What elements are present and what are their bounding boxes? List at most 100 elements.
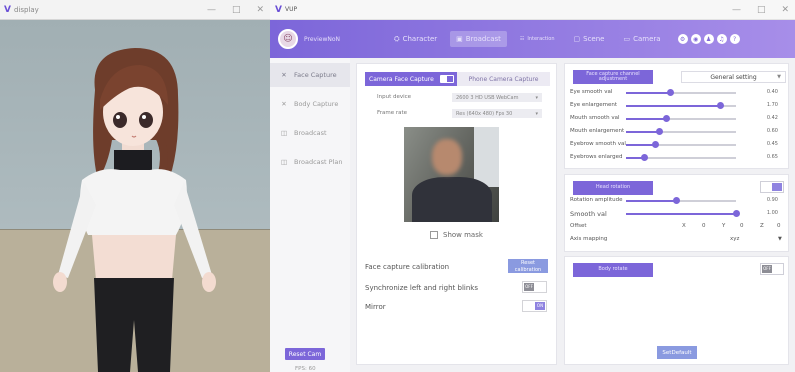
slider-label: Eye smooth val [570, 89, 613, 95]
offset-z-label: Z [760, 223, 764, 229]
side-menu: ✕ Face Capture ✕ Body Capture ◫ Broadcast ◫… [270, 58, 350, 372]
sidebar-item-broadcast-plan[interactable]: ◫ Broadcast Plan [270, 150, 350, 174]
slider-fill [626, 213, 736, 215]
reset-calibration-button[interactable]: Reset calibration [508, 259, 548, 273]
slider-row: Mouth smooth val 0.42 [570, 114, 785, 124]
slider-handle[interactable] [640, 154, 648, 161]
body-rotate-toggle[interactable]: OFF [760, 263, 784, 275]
fps-readout: FPS: 60 [295, 366, 316, 372]
show-mask-checkbox[interactable]: Show mask [430, 231, 483, 239]
user-icon[interactable]: ♟ [703, 34, 714, 44]
tab-broadcast[interactable]: ▣ Broadcast [450, 31, 507, 47]
tab-label: Scene [583, 35, 605, 43]
slider-label: Eyebrow smooth val [570, 141, 626, 147]
slider-row: Mouth enlargement 0.60 [570, 127, 785, 137]
broadcast-plan-icon: ◫ [280, 158, 288, 166]
record-icon[interactable]: ◉ [690, 34, 701, 44]
slider-handle[interactable] [672, 197, 680, 204]
sidebar-item-body-capture[interactable]: ✕ Body Capture [270, 92, 350, 116]
camera-icon: ▭ [623, 35, 631, 43]
head-rotation-toggle[interactable] [760, 181, 784, 193]
display-window-controls: — □ ✕ [207, 0, 264, 20]
avatar[interactable]: ☺ [278, 29, 298, 49]
sidebar-item-label: Broadcast Plan [294, 158, 343, 166]
slider-fill [626, 131, 659, 133]
main-window-controls: — □ ✕ [732, 0, 789, 20]
user-profile[interactable]: ☺ PreviewNoN [278, 29, 388, 49]
slider-label: Mouth smooth val [570, 115, 620, 121]
body-rotate-panel: Body rotate OFF SetDefault [564, 256, 789, 365]
mirror-label: Mirror [365, 303, 386, 311]
face-channel-panel: Face capture channel adjustment General … [564, 63, 789, 169]
tab-camera[interactable]: ▭ Camera [617, 31, 666, 47]
tab-interaction[interactable]: ☷ Interaction [514, 32, 561, 46]
offset-y-input[interactable]: 0 [740, 223, 744, 229]
offset-label: Offset [570, 223, 587, 229]
sidebar-item-face-capture[interactable]: ✕ Face Capture [270, 63, 350, 87]
camera-capture-toggle[interactable] [440, 75, 454, 83]
option-label: Camera Face Capture [369, 75, 434, 83]
slider-row: Smooth val 1.00 [570, 209, 785, 219]
vup-logo-icon: V [4, 4, 11, 15]
maximize-button[interactable]: □ [232, 5, 241, 15]
slider-handle[interactable] [733, 210, 740, 217]
vup-logo-icon: V [275, 4, 282, 15]
close-button[interactable]: ✕ [781, 5, 789, 15]
frame-rate-select[interactable]: Res (640x 480) Fps 30 ▾ [452, 109, 542, 118]
slider-label: Eyebrows enlarged [570, 154, 623, 160]
offset-x-input[interactable]: 0 [702, 223, 706, 229]
slider-fill [626, 200, 676, 202]
offset-row: Offset X 0 Y 0 Z 0 [570, 223, 785, 232]
tab-character[interactable]: ⛭ Character [388, 31, 443, 48]
slider-handle[interactable] [651, 141, 659, 148]
close-button[interactable]: ✕ [256, 5, 264, 15]
sidebar-item-label: Face Capture [294, 71, 337, 79]
webcam-person-shirt [412, 177, 492, 222]
select-value: Res (640x 480) Fps 30 [456, 110, 513, 117]
general-setting-select[interactable]: General setting ▼ [681, 71, 786, 83]
capture-mode-selector: Camera Face Capture Phone Camera Capture [365, 72, 550, 86]
sidebar-item-label: Broadcast [294, 129, 327, 137]
camera-face-capture-option[interactable]: Camera Face Capture [365, 72, 457, 86]
display-titlebar: V display — □ ✕ [0, 0, 270, 20]
sync-blinks-toggle[interactable]: OFF [522, 281, 547, 293]
phone-camera-capture-option[interactable]: Phone Camera Capture [457, 72, 550, 86]
slider-value: 0.60 [766, 128, 778, 134]
minimize-button[interactable]: — [207, 5, 216, 15]
slider-fill [626, 118, 666, 120]
offset-z-input[interactable]: 0 [777, 223, 781, 229]
main-titlebar: V VUP — □ ✕ [270, 0, 795, 20]
mirror-toggle[interactable]: ON [522, 300, 547, 312]
settings-icon[interactable]: ⚙ [677, 34, 688, 44]
top-navigation: ☺ PreviewNoN ⛭ Character ▣ Broadcast ☷ Inte… [270, 20, 795, 58]
slider-handle[interactable] [667, 89, 674, 96]
reset-cam-button[interactable]: Reset Cam [285, 348, 325, 360]
help-icon[interactable]: ? [729, 34, 740, 44]
tab-scene[interactable]: ▢ Scene [568, 31, 611, 47]
slider-fill [626, 105, 720, 107]
sidebar-item-broadcast[interactable]: ◫ Broadcast [270, 121, 350, 145]
slider-fill [626, 92, 670, 94]
input-device-label: Input device [377, 94, 412, 100]
music-icon[interactable]: ♫ [716, 34, 727, 44]
checkbox-box[interactable] [430, 231, 438, 239]
set-default-button[interactable]: SetDefault [657, 346, 697, 359]
face-capture-panel: Camera Face Capture Phone Camera Capture… [356, 63, 557, 365]
maximize-button[interactable]: □ [757, 5, 766, 15]
slider-handle[interactable] [716, 102, 724, 109]
slider-value: 0.45 [766, 141, 778, 147]
minimize-button[interactable]: — [732, 5, 741, 15]
slider-handle[interactable] [662, 115, 670, 122]
slider-row: Rotation amplitude 0.90 [570, 196, 785, 206]
slider-label: Mouth enlargement [570, 128, 625, 134]
input-device-select[interactable]: 2600 3 HD USB WebCam ▾ [452, 93, 542, 102]
slider-fill [626, 144, 655, 146]
slider-handle[interactable] [656, 128, 663, 135]
slider-value: 0.42 [766, 115, 778, 121]
header-icon-group: ⚙ ◉ ♟ ♫ ? [677, 34, 740, 44]
chevron-down-icon: ▾ [535, 94, 538, 101]
display-window: V display — □ ✕ [0, 0, 270, 372]
chevron-down-icon: ▼ [778, 236, 782, 242]
slider-row: Eye enlargement 1.70 [570, 101, 785, 111]
axis-mapping-select[interactable]: xyz [730, 236, 739, 242]
